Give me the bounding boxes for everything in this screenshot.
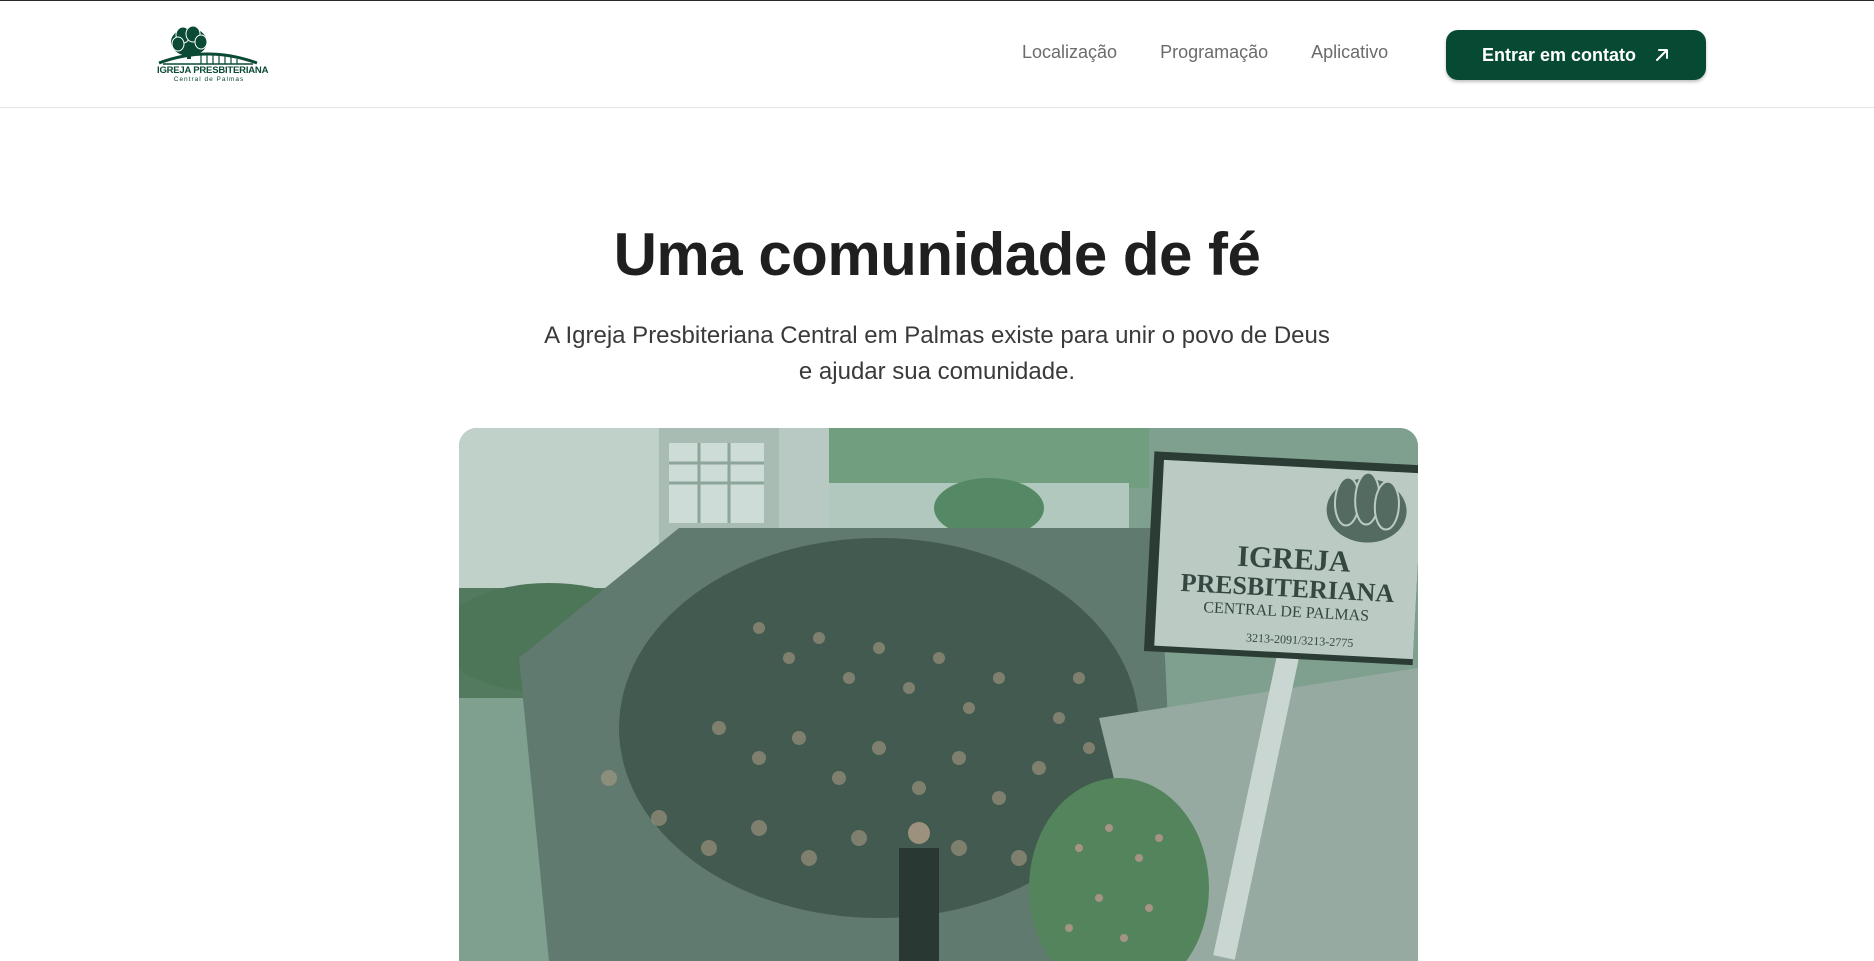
logo-title: IGREJA PRESBITERIANA [157,65,269,76]
nav-link-localizacao[interactable]: Localização [1022,42,1117,63]
community-photo: IGREJA PRESBITERIANA CENTRAL DE PALMAS 3… [459,428,1418,961]
nav-link-programacao[interactable]: Programação [1160,42,1268,63]
hero-subtitle: A Igreja Presbiteriana Central em Palmas… [544,322,1330,385]
site-logo[interactable]: IGREJA PRESBITERIANA Central de Palmas [157,23,269,85]
tree-bridge-logo-icon [158,25,258,65]
contact-button-label: Entrar em contato [1481,44,1637,65]
hero-title: Uma comunidade de fé [613,221,1261,288]
site-header: IGREJA PRESBITERIANA Central de Palmas L… [0,1,1874,108]
nav-link-aplicativo[interactable]: Aplicativo [1311,42,1388,63]
contact-button[interactable]: Entrar em contato [1446,30,1706,80]
logo-subtitle: Central de Palmas [173,76,245,83]
main-nav: Localização Programação Aplicativo [1022,42,1431,63]
arrow-up-right-icon [1654,47,1670,63]
